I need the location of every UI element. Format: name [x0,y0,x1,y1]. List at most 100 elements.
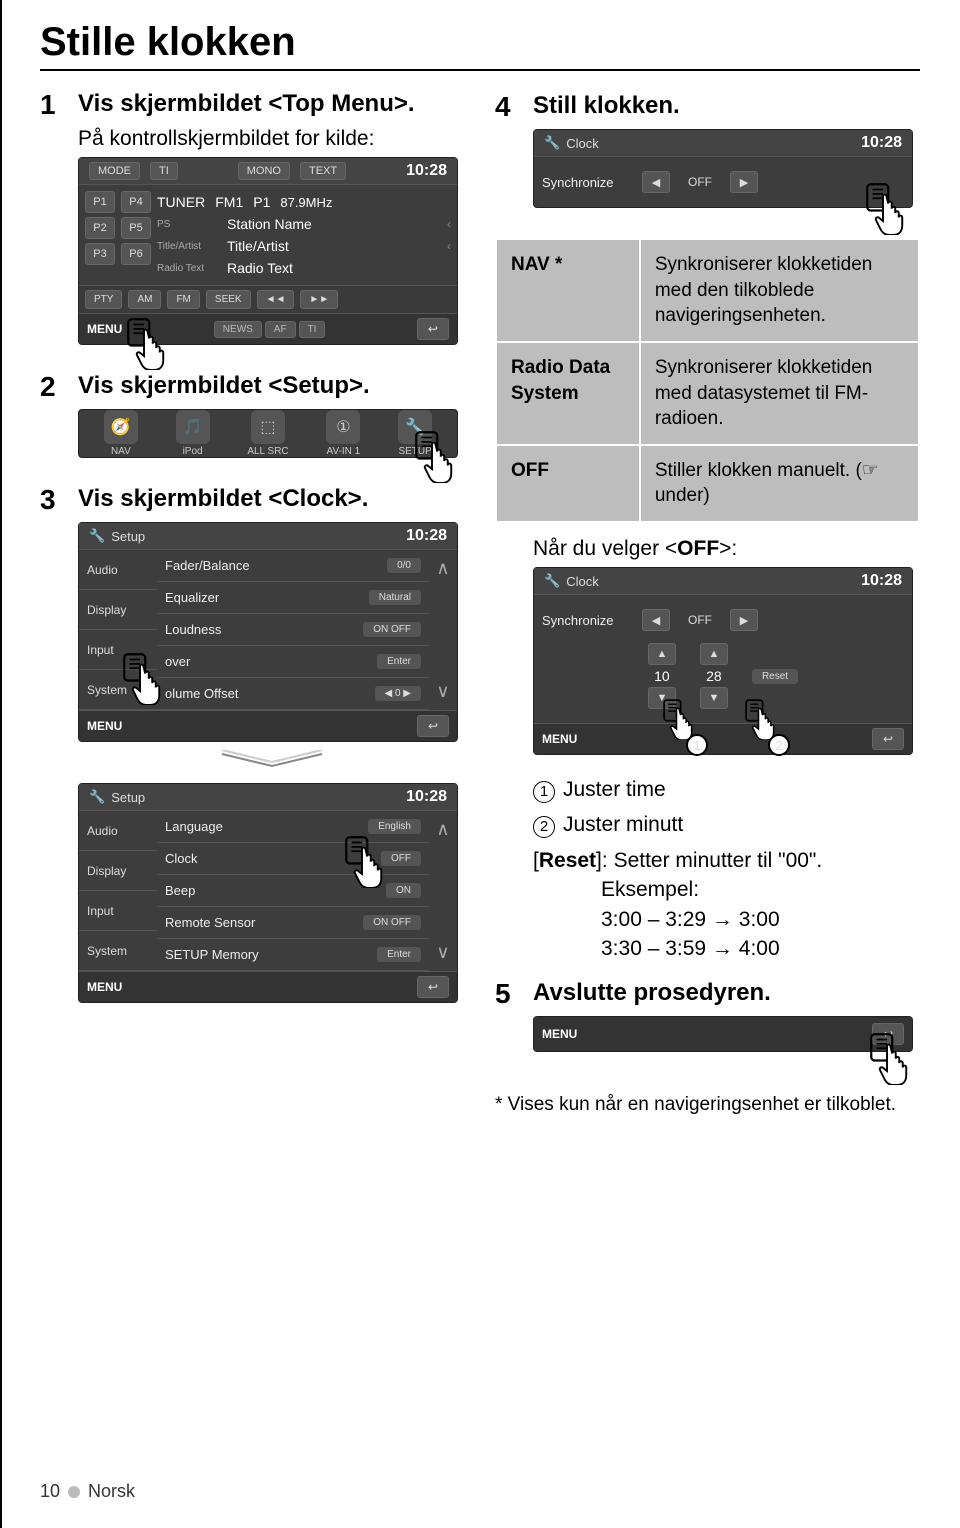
table-value: Stiller klokken manuelt. (☞ under) [640,445,919,522]
reset-button[interactable]: Reset [752,669,798,684]
row-beep[interactable]: BeepON [157,875,429,907]
seek-next-button[interactable]: ►► [300,290,338,309]
menu-button[interactable]: MENU [87,980,122,994]
row-loudness[interactable]: LoudnessON OFF [157,614,429,646]
row-value: ◀ 0 ▶ [375,686,422,701]
sidebar-input[interactable]: Input [79,630,157,670]
sync-next-button[interactable]: ▶ [730,609,758,631]
scroll-down-icon[interactable]: ∨ [436,942,449,963]
step-text: Still klokken. [533,91,680,121]
sidebar-system[interactable]: System [79,670,157,710]
row-equalizer[interactable]: EqualizerNatural [157,582,429,614]
menu-button[interactable]: MENU [87,719,122,733]
row-label: Fader/Balance [165,558,379,573]
row-remote[interactable]: Remote SensorON OFF [157,907,429,939]
footer-dot-icon [68,1486,80,1498]
step-text: Vis skjermbildet <Setup>. [78,371,370,401]
wrench-icon: 🔧 [544,573,560,589]
chevron-icon[interactable]: ‹ [447,239,451,253]
row-setupmem[interactable]: SETUP MemoryEnter [157,939,429,971]
return-button[interactable]: ↩ [872,1023,904,1045]
chevron-icon[interactable]: ‹ [447,217,451,231]
screenshot-navbar: 🧭NAV 🎵iPod ⬚ALL SRC ①AV-IN 1 🔧SETUP [78,409,458,458]
clock-display: 10:28 [406,788,447,806]
screenshot-setup-system: 🔧Setup 10:28 Audio Display Input System … [78,783,458,1003]
nav-ipod[interactable]: 🎵iPod [176,410,210,457]
hour-up-button[interactable]: ▲ [648,643,676,665]
return-button[interactable]: ↩ [872,728,904,750]
return-button[interactable]: ↩ [417,715,449,737]
table-value: Synkroniserer klokketiden med den tilkob… [640,239,919,342]
list-item: 2Juster minutt [533,810,920,840]
am-button[interactable]: AM [128,290,161,309]
preset-p2[interactable]: P2 [85,217,115,239]
menu-button[interactable]: MENU [87,322,122,336]
sidebar-display[interactable]: Display [79,590,157,630]
row-value: Enter [377,654,421,669]
scroll-down-icon[interactable]: ∨ [436,681,449,702]
menu-button[interactable]: MENU [542,732,577,746]
return-button[interactable]: ↩ [417,976,449,998]
text-button[interactable]: TEXT [300,162,346,180]
row-voloffset[interactable]: olume Offset◀ 0 ▶ [157,678,429,710]
screenshot-menu-strip: MENU ↩ [533,1016,913,1052]
preset-p5[interactable]: P5 [121,217,151,239]
preset-p3[interactable]: P3 [85,243,115,265]
nav-setup[interactable]: 🔧SETUP [398,410,432,457]
mode-button[interactable]: MODE [89,162,140,180]
nav-avin1[interactable]: ①AV-IN 1 [326,410,360,457]
allsrc-icon: ⬚ [251,410,285,444]
frequency: 87.9MHz [280,195,332,210]
preset-p1[interactable]: P1 [85,191,115,213]
minute-up-button[interactable]: ▲ [700,643,728,665]
step-text: Vis skjermbildet <Top Menu>. [78,89,415,119]
list-text: Juster time [563,778,666,801]
preset-p6[interactable]: P6 [121,243,151,265]
clock-title: Clock [566,136,599,151]
scroll-up-icon[interactable]: ∧ [436,819,449,840]
wrench-icon: 🔧 [544,135,560,151]
sidebar-input[interactable]: Input [79,891,157,931]
minute-down-button[interactable]: ▼ [700,687,728,709]
row-label: Language [165,819,360,834]
mono-button[interactable]: MONO [238,162,290,180]
sidebar-system[interactable]: System [79,931,157,971]
sync-value: OFF [680,175,720,189]
sidebar-display[interactable]: Display [79,851,157,891]
preset-p4[interactable]: P4 [121,191,151,213]
setup-title: Setup [111,790,145,805]
seek-prev-button[interactable]: ◄◄ [257,290,295,309]
row-fader[interactable]: Fader/Balance0/0 [157,550,429,582]
when-off-text: Når du velger <OFF>: [533,537,920,561]
band: FM1 [215,194,243,210]
ti-button[interactable]: TI [150,162,178,180]
clock-display: 10:28 [861,572,902,590]
nav-label: AV-IN 1 [327,446,361,457]
nav-nav[interactable]: 🧭NAV [104,410,138,457]
nav-allsrc[interactable]: ⬚ALL SRC [247,410,288,457]
flow-arrow-icon [78,750,465,775]
fm-button[interactable]: FM [167,290,199,309]
return-button[interactable]: ↩ [417,318,449,340]
hour-down-button[interactable]: ▼ [648,687,676,709]
sidebar-audio[interactable]: Audio [79,550,157,590]
seek-button[interactable]: SEEK [206,290,251,309]
table-key: OFF [496,445,640,522]
row-value: English [368,819,421,834]
step-text: Avslutte prosedyren. [533,978,771,1008]
sync-next-button[interactable]: ▶ [730,171,758,193]
example-line: 3:30 – 3:59 → 4:00 [601,934,920,963]
row-language[interactable]: Language English [157,811,429,843]
scroll-up-icon[interactable]: ∧ [436,558,449,579]
sidebar-audio[interactable]: Audio [79,811,157,851]
table-key: NAV * [496,239,640,342]
sync-prev-button[interactable]: ◀ [642,171,670,193]
row-xover[interactable]: overEnter [157,646,429,678]
pty-button[interactable]: PTY [85,290,122,309]
row-clock[interactable]: ClockOFF [157,843,429,875]
clock-display: 10:28 [406,162,447,180]
menu-button[interactable]: MENU [542,1027,577,1041]
sync-prev-button[interactable]: ◀ [642,609,670,631]
row-label: Beep [165,883,378,898]
sync-options-table: NAV * Synkroniserer klokketiden med den … [495,238,920,523]
